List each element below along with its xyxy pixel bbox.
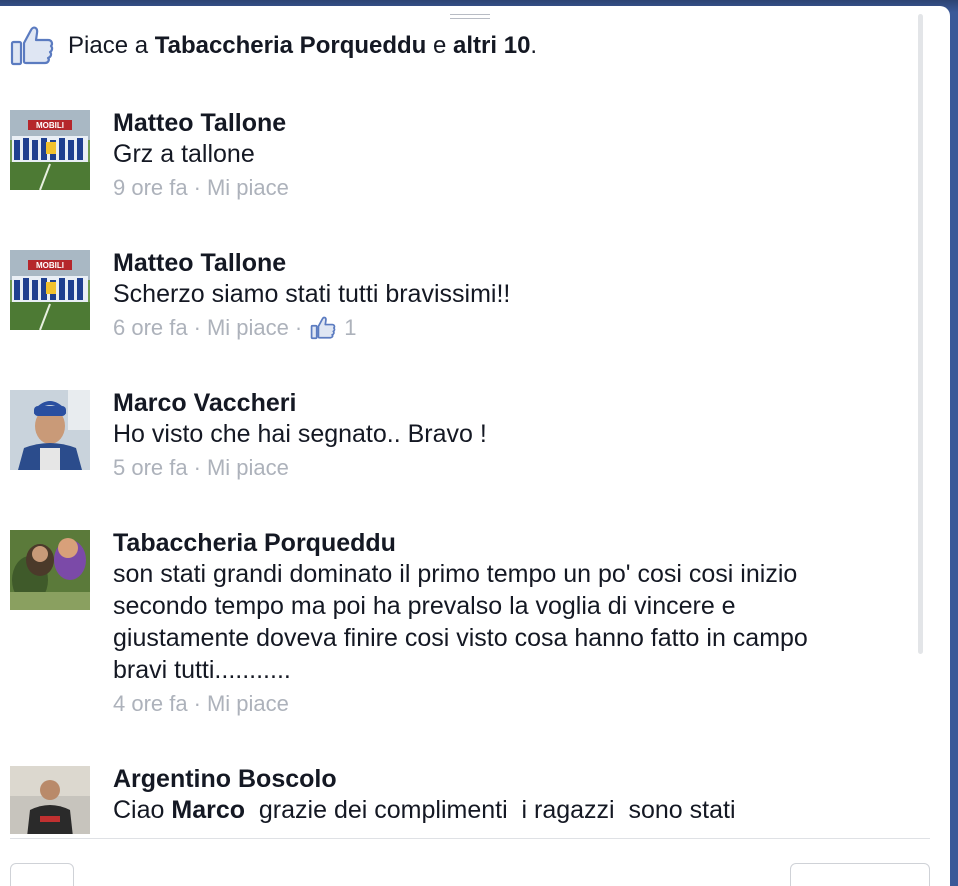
camera-button[interactable]: [10, 863, 74, 886]
drag-handle[interactable]: [450, 14, 490, 24]
comment-meta: 5 ore fa · Mi piace: [113, 450, 913, 486]
thumbs-up-icon[interactable]: [310, 316, 336, 340]
thumbs-up-icon: [10, 26, 54, 66]
separator-dot: ·: [193, 455, 201, 480]
mention-link[interactable]: Marco: [171, 796, 245, 824]
comment-author[interactable]: Marco Vaccheri: [113, 388, 913, 418]
comment-author[interactable]: Matteo Tallone: [113, 248, 913, 278]
likes-text: Piace a Tabaccheria Porqueddu e altri 10…: [68, 32, 537, 60]
comment-text-line: son stati grandi dominato il primo tempo…: [113, 560, 798, 588]
comment-meta: 9 ore fa · Mi piace: [113, 170, 913, 206]
comment-text: Ciao Marco grazie dei complimenti i raga…: [113, 794, 913, 826]
comment-author[interactable]: Matteo Tallone: [113, 108, 913, 138]
post-button[interactable]: [790, 863, 930, 886]
comment-text: Scherzo siamo stati tutti bravissimi!!: [113, 280, 511, 308]
separator-dot: ·: [294, 315, 303, 340]
comment-text-rest: grazie dei complimenti i ragazzi sono st…: [245, 796, 736, 824]
comment-text: Ho visto che hai segnato.. Bravo !: [113, 420, 487, 448]
like-link[interactable]: Mi piace: [207, 686, 289, 722]
scrollbar[interactable]: [918, 14, 923, 654]
avatar[interactable]: [10, 530, 90, 610]
comment-time[interactable]: 4 ore fa: [113, 686, 188, 722]
comment-author[interactable]: Tabaccheria Porqueddu: [113, 528, 913, 558]
avatar[interactable]: [10, 390, 90, 470]
like-link[interactable]: Mi piace: [207, 170, 289, 206]
likes-middle: e: [426, 32, 454, 59]
team-banner-text: MOBILI: [36, 261, 64, 270]
comment-text-prefix: Ciao: [113, 796, 172, 824]
comments-panel: Piace a Tabaccheria Porqueddu e altri 10…: [0, 6, 950, 886]
comment-time[interactable]: 5 ore fa: [113, 450, 188, 486]
comment-text-line: giustamente doveva finire cosi visto cos…: [113, 624, 808, 652]
comment-meta: 6 ore fa · Mi piace · 1: [113, 310, 913, 346]
like-link[interactable]: Mi piace: [207, 310, 289, 346]
comment-text: Grz a tallone: [113, 140, 255, 168]
separator-dot: ·: [193, 691, 201, 716]
likes-suffix: .: [530, 32, 538, 59]
comment-text: son stati grandi dominato il primo tempo…: [113, 558, 913, 686]
comment-time[interactable]: 9 ore fa: [113, 170, 188, 206]
comment-author[interactable]: Argentino Boscolo: [113, 764, 913, 794]
team-banner-text: MOBILI: [36, 121, 64, 130]
comment-text-line: secondo tempo ma poi ha prevalso la vogl…: [113, 592, 736, 620]
avatar[interactable]: MOBILI: [10, 250, 90, 330]
like-count[interactable]: 1: [344, 310, 356, 346]
composer-divider: [10, 838, 930, 839]
others-link[interactable]: altri 10: [453, 32, 530, 59]
like-link[interactable]: Mi piace: [207, 450, 289, 486]
likes-prefix: Piace a: [68, 32, 155, 59]
separator-dot: ·: [193, 175, 201, 200]
comment-meta: 4 ore fa · Mi piace: [113, 686, 913, 722]
avatar[interactable]: MOBILI: [10, 110, 90, 190]
comment-text-line: bravi tutti...........: [113, 656, 291, 684]
comment-time[interactable]: 6 ore fa: [113, 310, 188, 346]
first-liker-link[interactable]: Tabaccheria Porqueddu: [155, 32, 427, 59]
separator-dot: ·: [193, 315, 201, 340]
avatar[interactable]: [10, 766, 90, 834]
likes-summary[interactable]: Piace a Tabaccheria Porqueddu e altri 10…: [10, 26, 537, 66]
